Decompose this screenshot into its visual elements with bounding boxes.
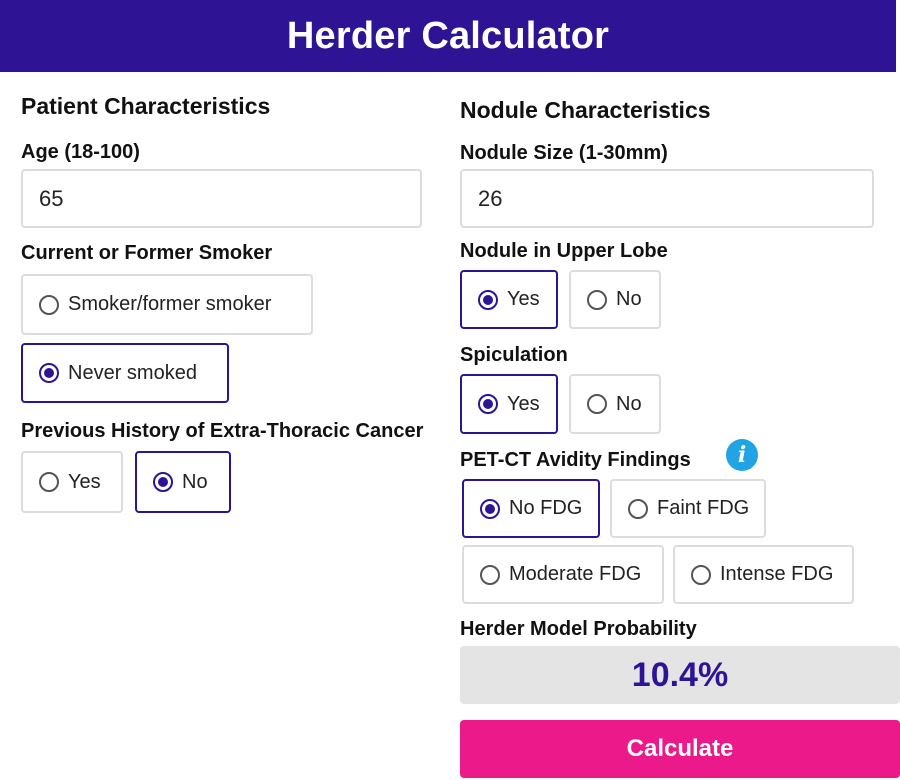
option-label: Intense FDG	[720, 563, 834, 585]
info-icon[interactable]: i	[726, 439, 758, 471]
radio-icon	[628, 498, 648, 519]
nodule-size-value: 26	[478, 185, 503, 211]
patient-section-title: Patient Characteristics	[21, 93, 271, 119]
option-label: No	[616, 288, 642, 310]
pet-option-faint-fdg[interactable]: Faint FDG	[610, 479, 766, 538]
radio-icon	[480, 564, 500, 585]
pet-label: PET-CT Avidity Findings	[460, 449, 691, 471]
probability-label: Herder Model Probability	[460, 618, 697, 640]
probability-value: 10.4%	[631, 655, 729, 694]
nodule-characteristics-panel: Nodule Characteristics Nodule Size (1-30…	[460, 72, 900, 780]
upper-lobe-option-yes[interactable]: Yes	[460, 270, 558, 329]
calculate-label: Calculate	[626, 735, 734, 762]
app-header: Herder Calculator	[0, 0, 896, 72]
history-option-no[interactable]: No	[135, 451, 231, 513]
radio-icon	[587, 394, 607, 414]
smoker-option-never[interactable]: Never smoked	[21, 343, 229, 403]
nodule-size-input[interactable]: 26	[460, 169, 874, 228]
info-glyph: i	[737, 442, 747, 468]
nodule-size-label: Nodule Size (1-30mm)	[460, 142, 668, 164]
pet-option-intense-fdg[interactable]: Intense FDG	[673, 545, 854, 604]
smoker-label: Current or Former Smoker	[21, 242, 273, 264]
radio-icon	[39, 472, 59, 492]
radio-icon	[478, 394, 498, 414]
probability-result: 10.4%	[460, 646, 900, 704]
option-label: Yes	[68, 470, 101, 493]
age-input[interactable]: 65	[21, 169, 422, 228]
option-label: Smoker/former smoker	[68, 293, 272, 315]
radio-icon	[587, 289, 607, 310]
option-label: Never smoked	[68, 361, 197, 384]
option-label: Yes	[507, 288, 540, 310]
nodule-section-title: Nodule Characteristics	[460, 97, 711, 123]
radio-icon	[39, 363, 59, 383]
history-option-yes[interactable]: Yes	[21, 451, 123, 513]
spiculation-option-yes[interactable]: Yes	[460, 374, 558, 434]
patient-characteristics-panel: Patient Characteristics Age (18-100) 65 …	[21, 72, 433, 780]
app-title: Herder Calculator	[286, 14, 610, 57]
option-label: Yes	[507, 392, 540, 415]
option-label: No	[616, 392, 642, 415]
spiculation-option-no[interactable]: No	[569, 374, 661, 434]
upper-lobe-option-no[interactable]: No	[569, 270, 661, 329]
calculate-button[interactable]: Calculate	[460, 720, 900, 778]
spiculation-label: Spiculation	[460, 344, 568, 366]
upper-lobe-label: Nodule in Upper Lobe	[460, 240, 668, 262]
radio-icon	[153, 472, 173, 492]
option-label: No FDG	[509, 497, 583, 519]
pet-option-no-fdg[interactable]: No FDG	[462, 479, 600, 538]
radio-icon	[39, 294, 59, 315]
history-label: Previous History of Extra-Thoracic Cance…	[21, 420, 424, 442]
age-label: Age (18-100)	[21, 141, 140, 163]
smoker-option-former[interactable]: Smoker/former smoker	[21, 274, 313, 335]
option-label: Faint FDG	[657, 497, 750, 519]
option-label: No	[182, 470, 208, 493]
option-label: Moderate FDG	[509, 563, 642, 585]
radio-icon	[480, 498, 500, 519]
age-value: 65	[39, 185, 64, 211]
pet-option-moderate-fdg[interactable]: Moderate FDG	[462, 545, 664, 604]
radio-icon	[478, 289, 498, 310]
radio-icon	[691, 564, 711, 585]
